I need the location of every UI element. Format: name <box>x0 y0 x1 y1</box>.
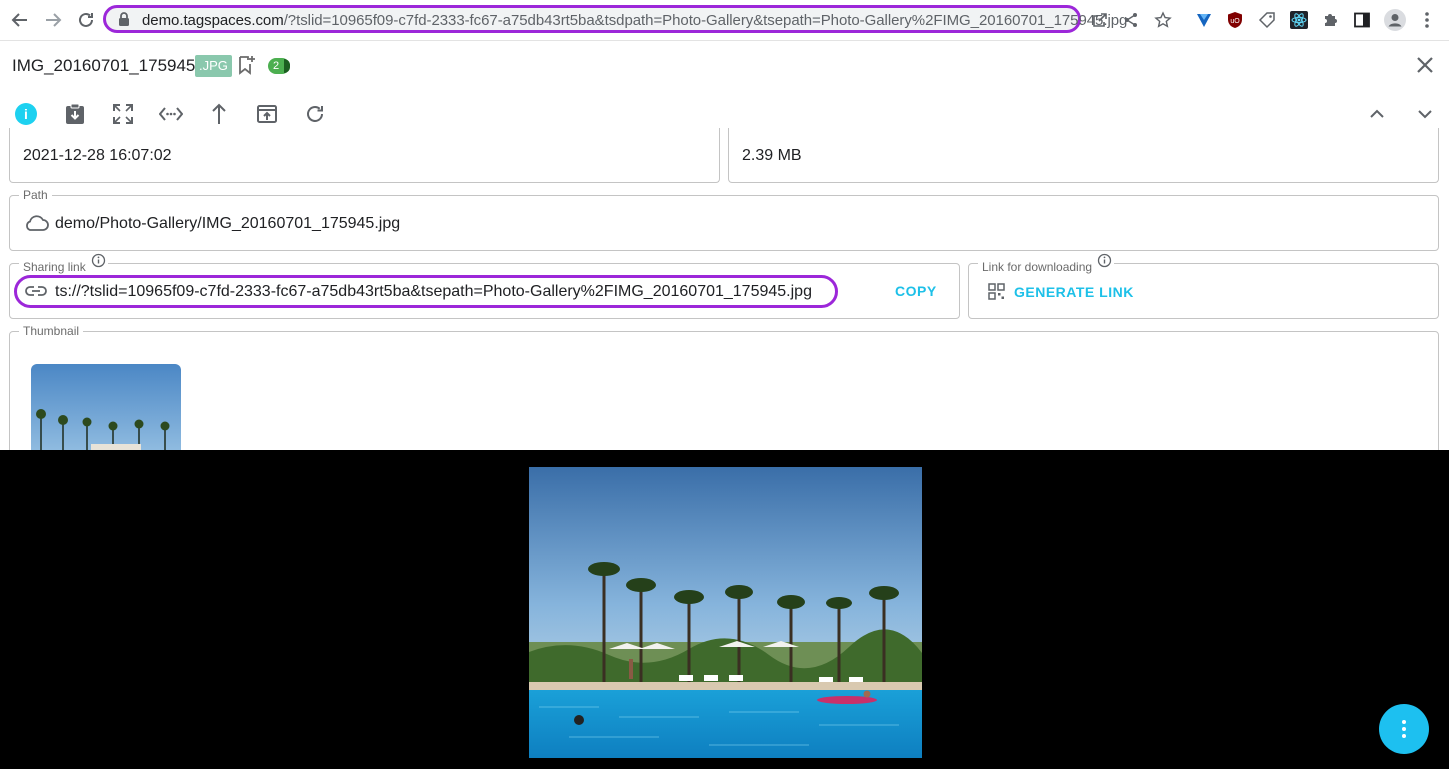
download-link-field: Link for downloading GENERATE LINK <box>968 253 1439 319</box>
save-download-icon[interactable] <box>62 101 88 127</box>
sharing-link-value: ts://?tslid=10965f09-c7fd-2333-fc67-a75d… <box>55 283 812 300</box>
size-field: 2.39 MB <box>728 128 1439 183</box>
forward-icon[interactable] <box>41 8 65 32</box>
path-value: demo/Photo-Gallery/IMG_20160701_175945.j… <box>55 215 401 232</box>
file-name: IMG_20160701_175945 <box>12 56 196 75</box>
path-field: Path demo/Photo-Gallery/IMG_20160701_175… <box>9 188 1439 251</box>
puzzle-icon[interactable] <box>1319 8 1343 32</box>
more-vertical-icon <box>1402 720 1406 738</box>
sharing-link-input[interactable]: ts://?tslid=10965f09-c7fd-2333-fc67-a75d… <box>14 275 838 308</box>
copy-button[interactable]: COPY <box>895 283 937 299</box>
share-icon[interactable] <box>1119 8 1143 32</box>
open-parent-icon[interactable] <box>206 101 232 127</box>
fullscreen-icon[interactable] <box>110 101 136 127</box>
side-panel-icon[interactable] <box>1350 8 1374 32</box>
sharing-link-label: Sharing link <box>19 253 109 274</box>
download-link-label: Link for downloading <box>978 253 1115 274</box>
heart-extension-icon[interactable] <box>1192 8 1216 32</box>
open-nav-icon[interactable] <box>158 101 184 127</box>
info-icon[interactable]: i <box>13 101 39 127</box>
qr-code-icon <box>988 283 1005 305</box>
previous-file-icon[interactable] <box>1364 101 1390 127</box>
tag-extension-icon[interactable] <box>1255 8 1279 32</box>
lock-icon <box>118 12 130 31</box>
link-icon <box>25 284 47 303</box>
browser-toolbar: demo.tagspaces.com/?tslid=10965f09-c7fd-… <box>0 0 1449 41</box>
date-modified-value: 2021-12-28 16:07:02 <box>23 147 172 164</box>
next-file-icon[interactable] <box>1412 101 1438 127</box>
reload-icon[interactable] <box>302 101 328 127</box>
size-value: 2.39 MB <box>742 147 802 164</box>
url-text: demo.tagspaces.com/?tslid=10965f09-c7fd-… <box>142 12 1128 29</box>
generate-link-button[interactable]: GENERATE LINK <box>1014 284 1134 300</box>
ublock-icon[interactable]: uO <box>1223 8 1247 32</box>
more-actions-button[interactable] <box>1379 704 1429 754</box>
menu-dots-icon[interactable] <box>1415 8 1439 32</box>
profile-icon[interactable] <box>1383 8 1407 32</box>
photo-preview[interactable] <box>529 467 922 758</box>
close-icon[interactable] <box>1413 53 1437 77</box>
reload-page-icon[interactable] <box>74 8 98 32</box>
file-extension-badge: .JPG <box>195 55 232 77</box>
star-icon[interactable] <box>1151 8 1175 32</box>
react-devtools-icon[interactable] <box>1287 8 1311 32</box>
sharing-info-icon <box>91 253 106 268</box>
download-info-icon <box>1098 253 1112 268</box>
thumbnail-image[interactable] <box>31 364 181 450</box>
cloud-icon <box>23 214 49 237</box>
address-bar[interactable]: demo.tagspaces.com/?tslid=10965f09-c7fd-… <box>103 5 1127 33</box>
open-new-window-icon[interactable] <box>254 101 280 127</box>
add-bookmark-icon[interactable] <box>238 55 256 80</box>
thumbnail-label: Thumbnail <box>19 324 84 338</box>
svg-text:uO: uO <box>1230 18 1240 25</box>
path-label: Path <box>19 188 52 202</box>
tag-count-badge[interactable]: 2 <box>268 58 290 74</box>
date-modified-field: 2021-12-28 16:07:02 <box>9 128 720 183</box>
back-icon[interactable] <box>8 8 32 32</box>
open-in-new-icon[interactable] <box>1088 8 1112 32</box>
